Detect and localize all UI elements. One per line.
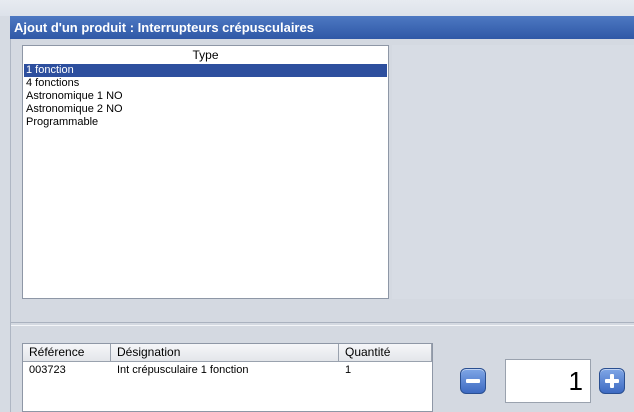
quantity-field[interactable]: 1 [505,359,591,403]
section-divider [11,322,634,326]
window-title-bar: Ajout d'un produit : Interrupteurs crépu… [10,16,634,39]
preview-panel [392,45,634,299]
type-item-astronomique-2-no[interactable]: Astronomique 2 NO [24,103,387,116]
type-item-1-fonction[interactable]: 1 fonction [24,64,387,77]
cell-reference: 003723 [29,364,66,376]
minus-icon [466,379,480,383]
type-item-astronomique-1-no[interactable]: Astronomique 1 NO [24,90,387,103]
type-list[interactable]: Type 1 fonction 4 fonctions Astronomique… [22,45,389,299]
type-item-programmable[interactable]: Programmable [24,116,387,129]
increment-button[interactable] [599,368,625,394]
type-item-4-fonctions[interactable]: 4 fonctions [24,77,387,90]
decrement-button[interactable] [460,368,486,394]
column-header-reference[interactable]: Référence [23,344,111,361]
type-list-header: Type [23,46,388,64]
dialog-content: Type 1 fonction 4 fonctions Astronomique… [10,39,634,412]
window-title: Ajout d'un produit : Interrupteurs crépu… [14,20,314,35]
top-strip [0,0,634,16]
cart-table[interactable]: Référence Désignation Quantité 003723 In… [22,343,433,412]
cell-designation: Int crépusculaire 1 fonction [117,364,249,376]
quantity-stepper: 1 [459,359,629,403]
column-header-designation[interactable]: Désignation [111,344,339,361]
column-header-quantite[interactable]: Quantité [339,344,432,361]
cell-quantity: 1 [345,364,352,376]
cart-table-header: Référence Désignation Quantité [23,344,432,362]
product-add-window: Ajout d'un produit : Interrupteurs crépu… [0,0,634,412]
table-row[interactable]: 003723 Int crépusculaire 1 fonction 1 [23,362,432,378]
